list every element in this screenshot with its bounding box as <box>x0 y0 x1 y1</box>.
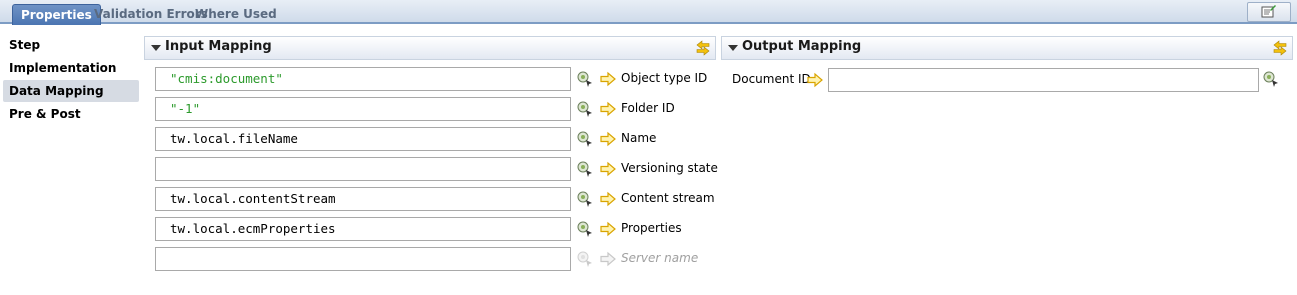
tab-bar: Properties Validation Errors Where Used <box>0 0 1297 25</box>
collapse-triangle-icon[interactable] <box>728 45 738 51</box>
left-nav: Step Implementation Data Mapping Pre & P… <box>3 34 139 126</box>
output-mapping-header[interactable]: Output Mapping <box>721 36 1293 60</box>
nav-item-data-mapping[interactable]: Data Mapping <box>3 80 139 102</box>
nav-item-implementation[interactable]: Implementation <box>3 57 139 79</box>
mapping-arrow-icon <box>600 71 616 87</box>
input-row-label: Server name <box>621 251 699 265</box>
input-value-field[interactable]: "cmis:document" <box>155 67 571 91</box>
output-row-label: Document ID <box>732 72 811 86</box>
variable-picker-icon[interactable] <box>1262 70 1280 88</box>
input-value-field[interactable]: tw.local.ecmProperties <box>155 217 571 241</box>
mapping-arrow-icon <box>600 191 616 207</box>
variable-picker-icon[interactable] <box>576 190 594 208</box>
swap-arrows-icon[interactable] <box>694 39 712 57</box>
mapping-arrow-icon <box>600 251 616 267</box>
variable-picker-icon[interactable] <box>576 70 594 88</box>
swap-arrows-icon[interactable] <box>1271 39 1289 57</box>
variable-picker-icon[interactable] <box>576 130 594 148</box>
nav-item-step[interactable]: Step <box>3 34 139 56</box>
input-value-field[interactable] <box>155 247 571 271</box>
input-row-label: Content stream <box>621 191 715 205</box>
mapping-arrow-icon <box>807 72 823 88</box>
variable-picker-icon[interactable] <box>576 220 594 238</box>
edit-icon <box>1261 5 1276 18</box>
input-mapping-title: Input Mapping <box>165 39 272 54</box>
variable-picker-icon[interactable] <box>576 160 594 178</box>
input-row-label: Folder ID <box>621 101 675 115</box>
mapping-arrow-icon <box>600 101 616 117</box>
mapping-arrow-icon <box>600 221 616 237</box>
input-mapping-header[interactable]: Input Mapping <box>144 36 716 60</box>
input-value-field[interactable]: "-1" <box>155 97 571 121</box>
input-row-label: Versioning state <box>621 161 718 175</box>
collapse-triangle-icon[interactable] <box>151 45 161 51</box>
input-row-label: Properties <box>621 221 682 235</box>
nav-item-pre-post[interactable]: Pre & Post <box>3 103 139 125</box>
mapping-arrow-icon <box>600 131 616 147</box>
output-mapping-title: Output Mapping <box>742 39 862 54</box>
variable-picker-icon <box>577 251 592 267</box>
variable-picker-icon[interactable] <box>576 100 594 118</box>
mapping-arrow-icon <box>600 161 616 177</box>
tab-where-used[interactable]: Where Used <box>189 4 283 24</box>
input-row-label: Name <box>621 131 657 145</box>
input-value-field[interactable]: tw.local.fileName <box>155 127 571 151</box>
input-value-field[interactable]: tw.local.contentStream <box>155 187 571 211</box>
input-row-label: Object type ID <box>621 71 708 85</box>
input-value-field[interactable] <box>155 157 571 181</box>
output-value-field[interactable] <box>828 68 1259 92</box>
toolbar-edit-button[interactable] <box>1247 2 1291 22</box>
